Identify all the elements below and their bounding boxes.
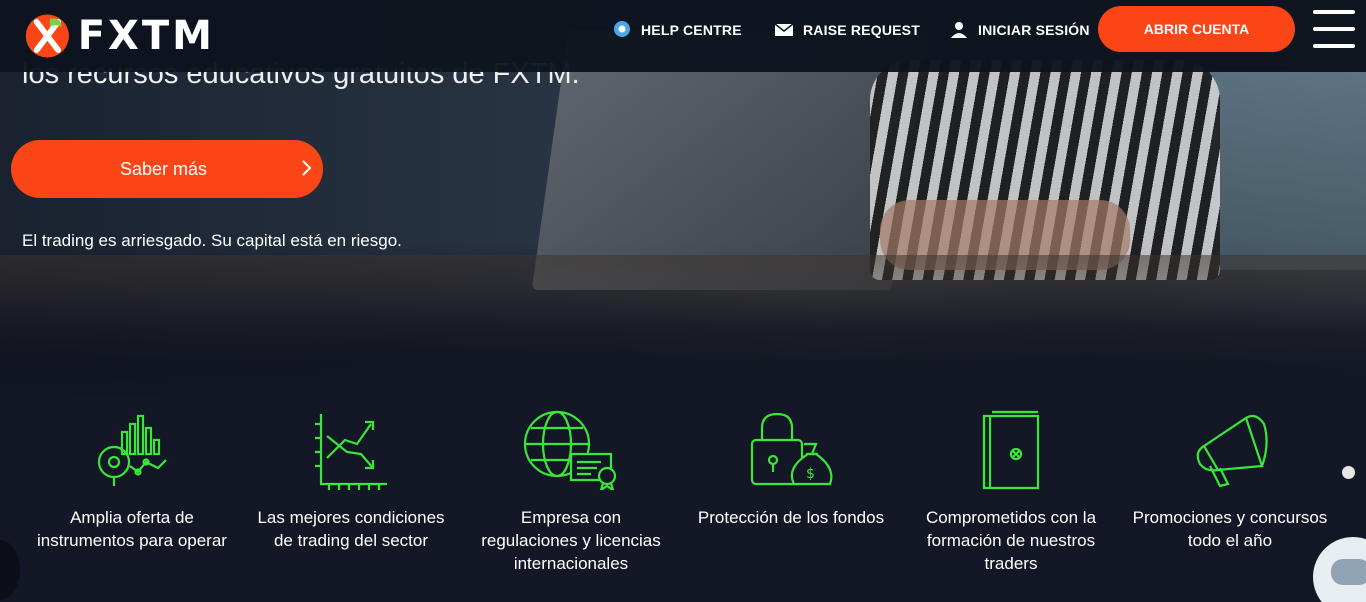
feature-protection: $ Protección de los fondos xyxy=(691,410,891,529)
open-account-button[interactable]: ABRIR CUENTA xyxy=(1098,6,1295,52)
fxtm-logo[interactable]: FXTM xyxy=(25,9,215,63)
feature-instruments: Amplia oferta de instrumentos para opera… xyxy=(32,410,232,552)
megaphone-icon xyxy=(1196,414,1268,488)
help-icon xyxy=(614,21,630,37)
raise-request-label: RAISE REQUEST xyxy=(803,22,920,38)
book-icon xyxy=(982,410,1040,490)
carousel-dot[interactable] xyxy=(1342,466,1355,479)
padlock-moneybag-icon: $ xyxy=(750,412,833,486)
user-icon xyxy=(951,22,967,38)
fxtm-logo-icon xyxy=(25,14,69,58)
svg-text:$: $ xyxy=(806,466,815,482)
learn-more-button[interactable]: Saber más xyxy=(11,140,323,198)
envelope-icon xyxy=(775,23,793,36)
feature-label: Promociones y concursos todo el año xyxy=(1132,508,1328,550)
chat-icon xyxy=(1331,559,1366,585)
learn-more-label: Saber más xyxy=(120,159,208,179)
globe-certificate-icon xyxy=(523,410,617,490)
login-link[interactable]: INICIAR SESIÓN xyxy=(950,20,1090,40)
help-centre-label: HELP CENTRE xyxy=(641,22,742,38)
menu-icon[interactable] xyxy=(1313,8,1355,50)
chevron-right-icon xyxy=(302,160,312,176)
site-header: FXTM HELP CENTRE RAISE REQUEST INICIAR S… xyxy=(0,0,1366,72)
feature-label: Protección de los fondos xyxy=(697,508,885,527)
trend-graph-icon xyxy=(315,414,387,490)
chart-analytics-icon xyxy=(97,414,167,486)
feature-regulation: Empresa con regulaciones y licencias int… xyxy=(471,410,671,575)
feature-promotions: Promociones y concursos todo el año xyxy=(1130,410,1330,552)
raise-request-link[interactable]: RAISE REQUEST xyxy=(775,20,920,40)
logo-text: FXTM xyxy=(77,13,215,59)
feature-label: Empresa con regulaciones y licencias int… xyxy=(481,508,661,573)
feature-label: Comprometidos con la formación de nuestr… xyxy=(925,508,1097,573)
feature-label: Amplia oferta de instrumentos para opera… xyxy=(37,508,227,550)
feature-label: Las mejores condiciones de trading del s… xyxy=(257,508,445,550)
feature-conditions: Las mejores condiciones de trading del s… xyxy=(251,410,451,552)
risk-warning: El trading es arriesgado. Su capital est… xyxy=(22,231,402,250)
help-centre-link[interactable]: HELP CENTRE xyxy=(613,20,742,40)
feature-education: Comprometidos con la formación de nuestr… xyxy=(911,410,1111,575)
login-label: INICIAR SESIÓN xyxy=(978,22,1090,38)
